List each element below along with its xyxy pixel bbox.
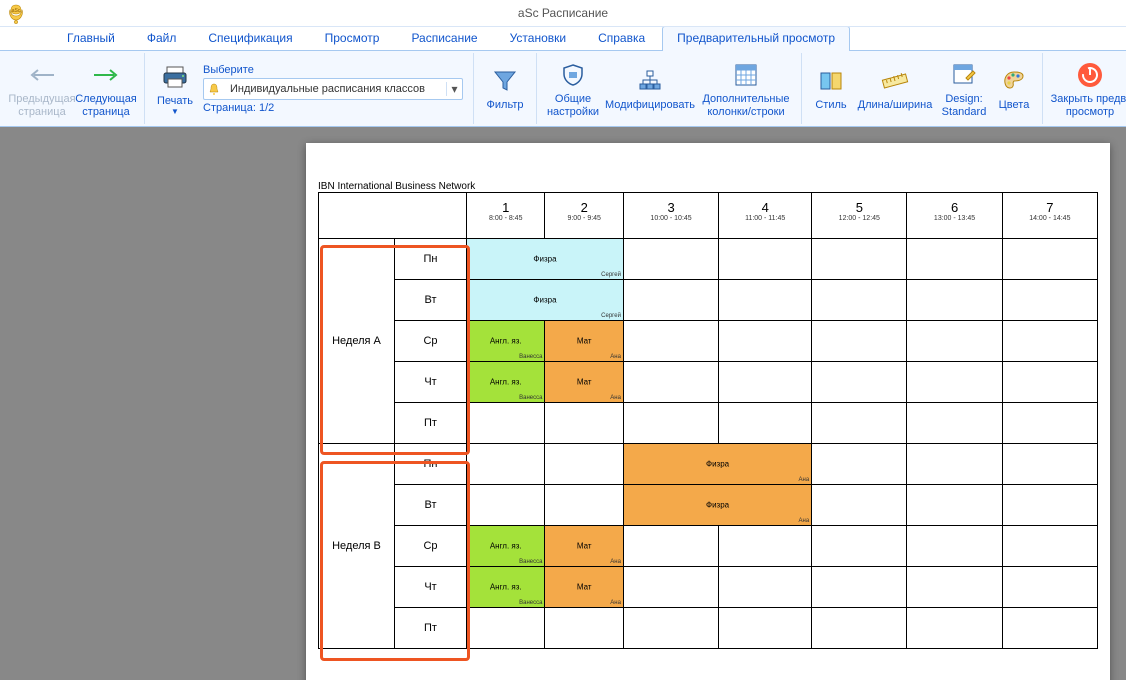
class-title: 6 A	[318, 143, 1098, 147]
extra-rows-cols-button[interactable]: Дополнительные колонки/строки	[697, 54, 795, 124]
design-icon	[950, 61, 978, 89]
week-a-label: Неделя A	[319, 239, 395, 444]
style-button[interactable]: Стиль	[808, 54, 854, 124]
arrow-left-icon	[28, 61, 56, 89]
preview-page: 6 A IBN International Business Network 1…	[306, 143, 1110, 680]
ribbon: Предыдущая страница Следующая страница	[0, 51, 1126, 127]
tab-preview[interactable]: Предварительный просмотр	[662, 26, 850, 51]
period-num: 1	[468, 194, 543, 215]
tab-help[interactable]: Справка	[583, 26, 660, 50]
width-height-button[interactable]: Длина/ширина	[854, 54, 936, 124]
chevron-down-icon: ▾	[446, 82, 462, 96]
template-dropdown[interactable]: Индивидуальные расписания классов ▾	[203, 78, 463, 100]
prev-page-button: Предыдущая страница	[10, 54, 74, 124]
funnel-icon	[491, 67, 519, 95]
select-label: Выберите	[203, 64, 463, 76]
colors-button[interactable]: Цвета	[992, 54, 1036, 124]
template-dropdown-value: Индивидуальные расписания классов	[224, 83, 446, 95]
workspace[interactable]: 6 A IBN International Business Network 1…	[0, 127, 1126, 680]
ruler-icon	[881, 67, 909, 95]
next-page-button[interactable]: Следующая страница	[74, 54, 138, 124]
tab-spec[interactable]: Спецификация	[193, 26, 307, 50]
hierarchy-icon	[636, 67, 664, 95]
ribbon-tabstrip: Главный Файл Спецификация Просмотр Распи…	[0, 27, 1126, 51]
svg-text:aSc: aSc	[12, 8, 21, 14]
tab-file[interactable]: Файл	[132, 26, 192, 50]
filter-button[interactable]: Фильтр	[480, 54, 530, 124]
close-preview-button[interactable]: Закрыть предв. просмотр	[1049, 54, 1126, 124]
arrow-right-icon	[92, 61, 120, 89]
timetable: 18:00 - 8:45 29:00 - 9:45 310:00 - 10:45…	[318, 192, 1098, 649]
style-icon	[817, 67, 845, 95]
modify-button[interactable]: Модифицировать	[603, 54, 697, 124]
power-icon	[1076, 61, 1104, 89]
grid-icon	[732, 61, 760, 89]
design-button[interactable]: Design: Standard	[936, 54, 992, 124]
page-indicator: Страница: 1/2	[203, 102, 463, 114]
tab-main[interactable]: Главный	[52, 26, 130, 50]
global-settings-button[interactable]: Общие настройки	[543, 54, 603, 124]
app-icon: aSc	[4, 2, 28, 26]
palette-icon	[1000, 67, 1028, 95]
dropdown-arrow-icon: ▼	[171, 107, 179, 116]
window-title: aSc Расписание	[518, 6, 608, 20]
tab-install[interactable]: Установки	[495, 26, 581, 50]
title-bar: aSc aSc Расписание	[0, 0, 1126, 27]
tab-view[interactable]: Просмотр	[310, 26, 395, 50]
tab-schedule[interactable]: Расписание	[396, 26, 492, 50]
shield-icon	[559, 61, 587, 89]
print-button[interactable]: Печать ▼	[151, 54, 199, 124]
period-time: 8:00 - 8:45	[468, 215, 543, 226]
printer-icon	[161, 63, 189, 91]
bell-small-icon	[204, 79, 224, 99]
school-name: IBN International Business Network	[318, 181, 1098, 192]
day-cell: Пн	[395, 239, 467, 280]
week-b-label: Неделя B	[319, 444, 395, 649]
